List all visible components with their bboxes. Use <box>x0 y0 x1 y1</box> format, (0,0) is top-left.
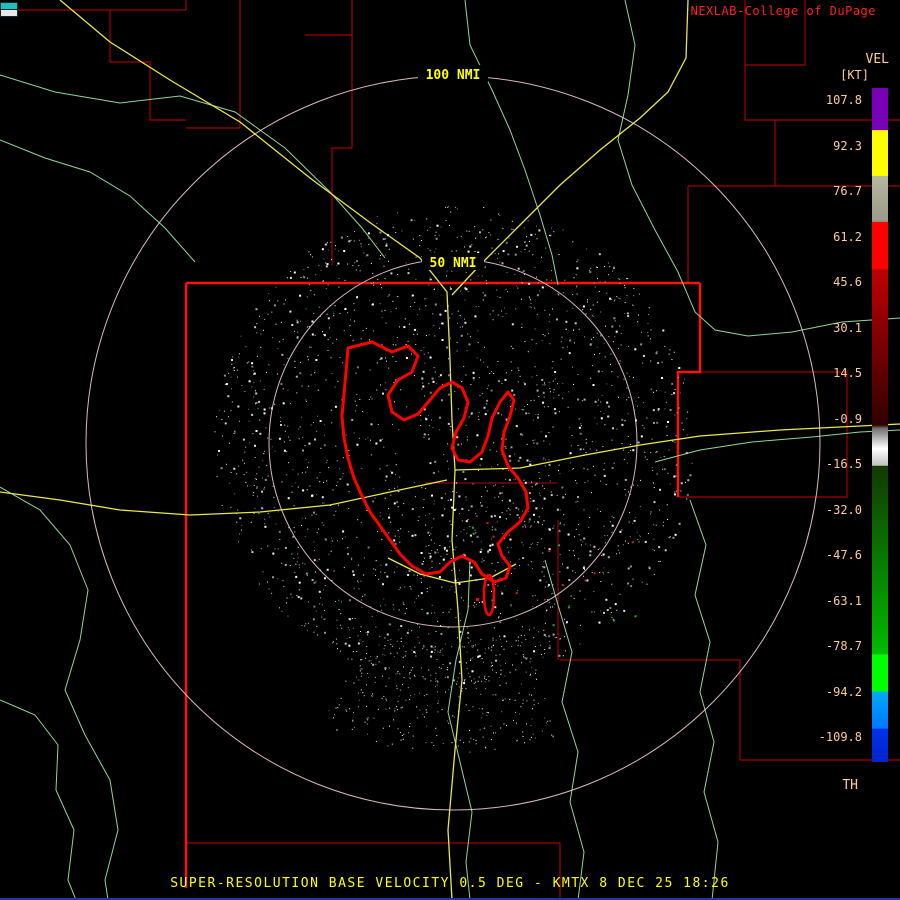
cod-logo-icon <box>0 2 18 17</box>
product-caption: SUPER-RESOLUTION BASE VELOCITY 0.5 DEG -… <box>170 876 730 891</box>
colorbar-tick: -0.9 <box>833 411 862 426</box>
colorbar: VEL [KT] 107.8 92.3 76.7 61.2 45.6 30.1 14.5 -0… <box>780 0 900 900</box>
colorbar-tick: 14.5 <box>833 366 862 380</box>
ring-labels: 100 NMI 50 NMI <box>418 65 488 271</box>
colorbar-tick: -47.6 <box>825 548 862 562</box>
highlighted-boundaries <box>184 281 702 888</box>
colorbar-tick: -63.1 <box>825 593 862 608</box>
ring-label-100nmi: 100 NMI <box>426 68 481 83</box>
colorbar-tick: -94.2 <box>825 684 862 699</box>
colorbar-gradient <box>872 88 888 762</box>
colorbar-bottom-label: TH <box>842 778 858 793</box>
rivers <box>0 0 900 900</box>
colorbar-tick: -78.7 <box>825 639 862 653</box>
highways <box>0 0 900 900</box>
colorbar-title: VEL <box>865 52 889 67</box>
colorbar-tick: -16.5 <box>825 457 862 471</box>
colorbar-tick: -109.8 <box>818 730 862 744</box>
colorbar-tick: 107.8 <box>825 93 862 107</box>
velocity-data <box>214 206 693 753</box>
ring-label-50nmi: 50 NMI <box>430 256 477 271</box>
colorbar-tick: 92.3 <box>833 138 862 153</box>
colorbar-tick: 30.1 <box>833 320 862 335</box>
colorbar-tick: 76.7 <box>833 184 862 198</box>
colorbar-tick: 45.6 <box>833 275 862 289</box>
lake-outline <box>340 340 530 617</box>
county-boundaries <box>0 0 900 900</box>
radar-map: 100 NMI 50 NMI <box>0 0 900 900</box>
colorbar-unit: [KT] <box>840 68 869 82</box>
colorbar-tick: -32.0 <box>825 502 862 517</box>
colorbar-tick: 61.2 <box>833 229 862 244</box>
radar-screen: 100 NMI 50 NMI NEXLAB-College of DuPage … <box>0 0 900 900</box>
